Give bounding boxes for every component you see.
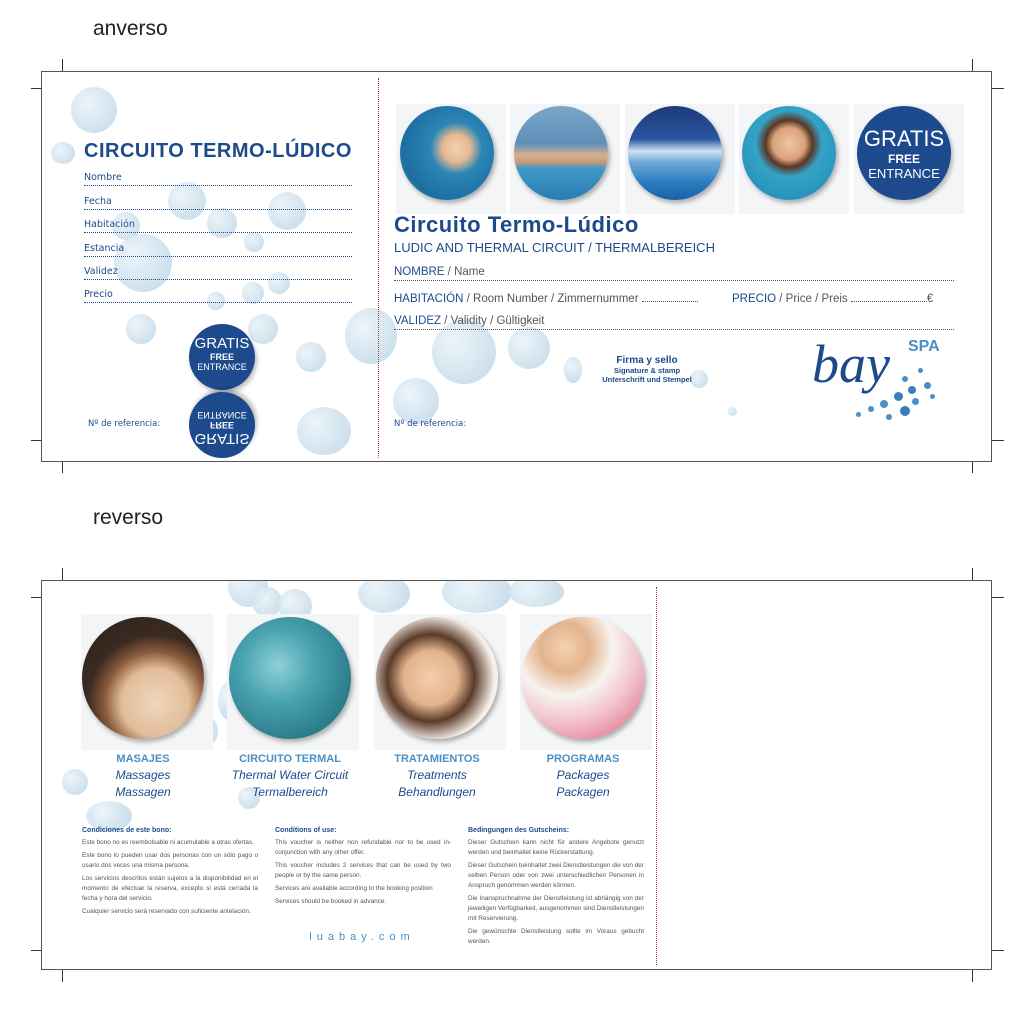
conditions-en: Conditions of use: This voucher is neith… — [275, 827, 451, 905]
validity-field[interactable]: VALIDEZ / Validity / Gültigkeit — [394, 315, 954, 330]
website-link[interactable]: luabay.com — [282, 931, 442, 943]
main-title: Circuito Termo-Lúdico — [394, 212, 639, 237]
stub-field-validez[interactable]: Validez — [84, 266, 352, 280]
gratis-badge-large: GRATIS FREE ENTRANCE — [857, 106, 951, 200]
price-field[interactable]: PRECIO / Price / Preis € — [732, 291, 956, 305]
conditions-es: Condiciones de este bono: Este bono no e… — [82, 827, 258, 915]
photo-packages — [522, 617, 644, 739]
main-subtitle: LUDIC AND THERMAL CIRCUIT / THERMALBEREI… — [394, 240, 715, 255]
photo-woman-pool — [400, 106, 494, 200]
gratis-badge-mirrored: GRATIS FREE ENTRANCE — [189, 392, 255, 458]
signature-block: Firma y sello Signature & stamp Untersch… — [602, 355, 692, 384]
stub-field-nombre[interactable]: Nombre — [84, 172, 352, 186]
photo-thermal-circuit — [229, 617, 351, 739]
stub-field-habitacion[interactable]: Habitación — [84, 219, 352, 233]
conditions-de: Bedingungen des Gutscheins: Dieser Gutsc… — [468, 827, 644, 945]
service-tratamientos: TRATAMIENTOS Treatments Behandlungen — [394, 753, 480, 799]
stub-reference: Nº de referencia: — [88, 419, 161, 429]
main-reference: Nº de referencia: — [394, 419, 467, 429]
photo-couple-jacuzzi — [742, 106, 836, 200]
front-label: anverso — [93, 17, 168, 40]
photo-treatment — [376, 617, 498, 739]
service-masajes: MASAJES Massages Massagen — [115, 753, 171, 799]
service-circuito-termal: CIRCUITO TERMAL Thermal Water Circuit Te… — [231, 753, 349, 799]
photo-indoor-pool — [628, 106, 722, 200]
voucher-front: CIRCUITO TERMO-LÚDICO Nombre Fecha Habit… — [41, 71, 992, 462]
service-programas: PROGRAMAS Packages Packagen — [546, 753, 620, 799]
stub-title: CIRCUITO TERMO-LÚDICO — [84, 140, 352, 162]
photo-jacuzzi — [514, 106, 608, 200]
stub-field-fecha[interactable]: Fecha — [84, 196, 352, 210]
bay-spa-logo: bay SPA — [808, 334, 958, 434]
photo-massage — [82, 617, 204, 739]
voucher-back: MASAJES Massages Massagen CIRCUITO TERMA… — [41, 580, 992, 970]
gratis-badge: GRATIS FREE ENTRANCE — [189, 324, 255, 390]
stub-field-precio[interactable]: Precio — [84, 289, 352, 303]
room-field[interactable]: HABITACIÓN / Room Number / Zimmernummer — [394, 291, 724, 305]
stub-field-estancia[interactable]: Estancia — [84, 243, 352, 257]
name-field[interactable]: NOMBRE / Name — [394, 266, 954, 281]
back-label: reverso — [93, 506, 164, 529]
